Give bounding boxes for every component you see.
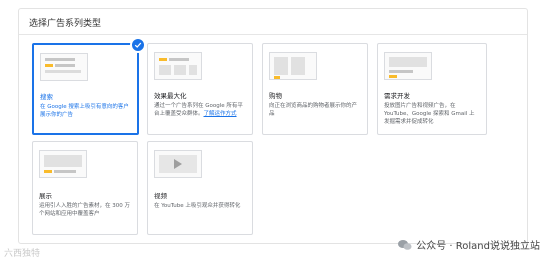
card-performance-max[interactable]: 效果最大化 通过一个广告系列在 Google 所有平台上覆盖受众群体。了解运作方…	[147, 43, 253, 135]
panel-title: 选择广告系列类型	[29, 19, 102, 29]
card-description: 向正在浏览商品的购物者展示你的产品	[269, 103, 358, 117]
learn-how-link[interactable]: 了解运作方式	[204, 111, 237, 117]
video-thumbnail	[154, 150, 202, 178]
card-description: 运用引人入胜的广告素材，在 300 万个网站和应用中覆盖客户	[39, 203, 130, 217]
card-video[interactable]: 视频 在 YouTube 上吸引观众并获得转化	[147, 141, 253, 235]
card-search[interactable]: 搜索 在 Google 搜索上吸引有意向的客户展示你的广告	[32, 43, 139, 135]
card-display[interactable]: 展示 运用引人入胜的广告素材，在 300 万个网站和应用中覆盖客户	[32, 141, 138, 235]
card-name: 效果最大化	[154, 92, 187, 100]
wechat-icon	[398, 239, 412, 250]
card-name: 需求开发	[384, 92, 410, 100]
card-name: 购物	[269, 92, 282, 100]
play-icon	[174, 159, 182, 169]
watermark-left: 六西独特	[4, 249, 41, 259]
search-thumbnail	[40, 53, 88, 81]
card-name: 视频	[154, 192, 167, 200]
performance-max-thumbnail	[154, 52, 202, 80]
card-name: 展示	[39, 192, 52, 200]
watermark-text: 公众号 · Roland说说独立站	[416, 241, 540, 252]
demand-gen-thumbnail	[384, 52, 432, 80]
watermark: 公众号 · Roland说说独立站	[398, 237, 540, 252]
selected-check-icon	[130, 37, 146, 53]
display-thumbnail	[39, 150, 87, 178]
card-description: 在 YouTube 上吸引观众并获得转化	[154, 203, 241, 209]
card-description: 投放图片广告和视频广告，在 YouTube、Google 探索和 Gmail 上…	[384, 103, 475, 125]
card-shopping[interactable]: 购物 向正在浏览商品的购物者展示你的产品	[262, 43, 368, 135]
divider	[19, 34, 527, 35]
card-demand-gen[interactable]: 需求开发 投放图片广告和视频广告，在 YouTube、Google 探索和 Gm…	[377, 43, 487, 135]
card-description: 在 Google 搜索上吸引有意向的客户展示你的广告	[40, 104, 129, 118]
card-description: 通过一个广告系列在 Google 所有平台上覆盖受众群体。了解运作方式	[154, 102, 246, 118]
card-name: 搜索	[40, 93, 53, 101]
shopping-thumbnail	[269, 52, 317, 80]
